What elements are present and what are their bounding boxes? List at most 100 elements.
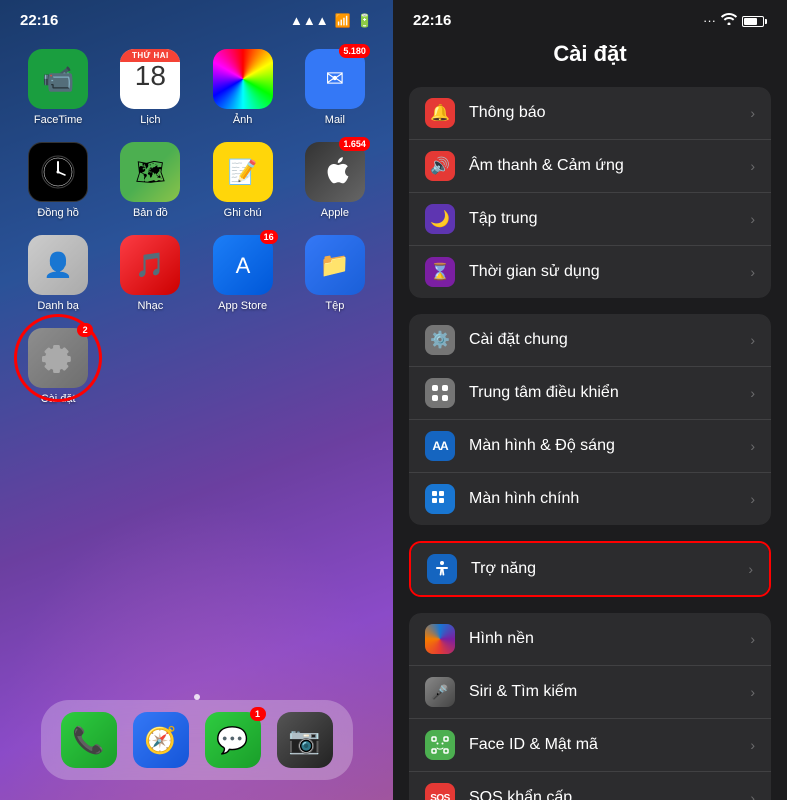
app-files[interactable]: 📁 Tệp bbox=[297, 235, 373, 312]
maps-icon: 🗺 bbox=[120, 142, 180, 202]
sound-icon: 🔊 bbox=[425, 151, 455, 181]
screentime-icon: ⌛ bbox=[425, 257, 455, 287]
focus-chevron: › bbox=[750, 211, 755, 227]
settings-item-siri[interactable]: 🎤 Siri & Tìm kiếm › bbox=[409, 666, 771, 719]
settings-item-sound[interactable]: 🔊 Âm thanh & Cảm ứng › bbox=[409, 140, 771, 193]
right-wifi-icon bbox=[721, 13, 737, 28]
faceid-label: Face ID & Mật mã bbox=[469, 736, 750, 754]
wallpaper-chevron: › bbox=[750, 631, 755, 647]
right-status-icons: ··· bbox=[703, 13, 767, 28]
wallpaper-icon bbox=[425, 624, 455, 654]
dock-safari[interactable]: 🧭 bbox=[133, 712, 189, 768]
app-photos[interactable]: Ảnh bbox=[205, 49, 281, 126]
app-appstore[interactable]: A 16 App Store bbox=[205, 235, 281, 312]
dock-messages[interactable]: 💬 1 bbox=[205, 712, 261, 768]
sos-icon: SOS bbox=[425, 783, 455, 800]
appstore-badge: 16 bbox=[260, 230, 278, 244]
apple-badge: 1.654 bbox=[339, 137, 370, 151]
right-status-bar: 22:16 ··· bbox=[393, 0, 787, 33]
faceid-chevron: › bbox=[750, 737, 755, 753]
controlcenter-icon bbox=[425, 378, 455, 408]
dock-camera[interactable]: 📷 bbox=[277, 712, 333, 768]
left-status-icons: ▲▲▲ 📶 🔋 bbox=[290, 13, 373, 29]
notifications-label: Thông báo bbox=[469, 104, 750, 122]
battery-icon: 🔋 bbox=[357, 13, 373, 29]
calendar-icon: THỨ HAI 18 bbox=[120, 49, 180, 109]
focus-label: Tập trung bbox=[469, 210, 750, 228]
apple-icon: 1.654 bbox=[305, 142, 365, 202]
apple-label: Apple bbox=[321, 207, 349, 219]
settings-item-accessibility[interactable]: Trợ năng › bbox=[411, 543, 769, 595]
right-time: 22:16 bbox=[413, 12, 451, 29]
sos-chevron: › bbox=[750, 790, 755, 800]
app-notes[interactable]: 📝 Ghi chú bbox=[205, 142, 281, 219]
accessibility-chevron: › bbox=[748, 561, 753, 577]
app-grid: 📹 FaceTime THỨ HAI 18 Lịch Ảnh ✉ 5.180 M… bbox=[0, 37, 393, 417]
settings-group-4: Hình nền › 🎤 Siri & Tìm kiếm › bbox=[409, 613, 771, 800]
wifi-icon: 📶 bbox=[335, 13, 351, 29]
accessibility-label: Trợ năng bbox=[471, 560, 748, 578]
display-icon: AA bbox=[425, 431, 455, 461]
homescreen-icon bbox=[425, 484, 455, 514]
calendar-label: Lịch bbox=[140, 114, 160, 126]
controlcenter-label: Trung tâm điều khiển bbox=[469, 384, 750, 402]
settings-label: Cài đặt bbox=[41, 393, 76, 405]
app-dock: 📞 🧭 💬 1 📷 bbox=[41, 700, 353, 780]
files-label: Tệp bbox=[325, 300, 344, 312]
settings-group-accessibility: Trợ năng › bbox=[409, 541, 771, 597]
facetime-icon: 📹 bbox=[28, 49, 88, 109]
mail-badge: 5.180 bbox=[339, 44, 370, 58]
app-facetime[interactable]: 📹 FaceTime bbox=[20, 49, 96, 126]
faceid-icon bbox=[425, 730, 455, 760]
app-music[interactable]: 🎵 Nhạc bbox=[112, 235, 188, 312]
signal-icon: ▲▲▲ bbox=[290, 13, 329, 28]
sos-label: SOS khẩn cấp bbox=[469, 789, 750, 800]
general-icon: ⚙️ bbox=[425, 325, 455, 355]
settings-item-sos[interactable]: SOS SOS khẩn cấp › bbox=[409, 772, 771, 800]
music-label: Nhạc bbox=[138, 300, 164, 312]
siri-label: Siri & Tìm kiếm bbox=[469, 683, 750, 701]
settings-group-1: 🔔 Thông báo › 🔊 Âm thanh & Cảm ứng › 🌙 T… bbox=[409, 87, 771, 298]
screentime-chevron: › bbox=[750, 264, 755, 280]
clock-label: Đồng hồ bbox=[37, 207, 79, 219]
settings-group-2: ⚙️ Cài đặt chung › Trung tâm điều khiển … bbox=[409, 314, 771, 525]
homescreen-chevron: › bbox=[750, 491, 755, 507]
right-battery-icon bbox=[742, 13, 767, 28]
notifications-icon: 🔔 bbox=[425, 98, 455, 128]
display-label: Màn hình & Độ sáng bbox=[469, 437, 750, 455]
siri-chevron: › bbox=[750, 684, 755, 700]
files-icon: 📁 bbox=[305, 235, 365, 295]
app-calendar[interactable]: THỨ HAI 18 Lịch bbox=[112, 49, 188, 126]
settings-item-homescreen[interactable]: Màn hình chính › bbox=[409, 473, 771, 525]
svg-text:A: A bbox=[235, 253, 250, 278]
settings-item-general[interactable]: ⚙️ Cài đặt chung › bbox=[409, 314, 771, 367]
iphone-home-screen: 22:16 ▲▲▲ 📶 🔋 📹 FaceTime THỨ HAI 18 Lịch bbox=[0, 0, 393, 800]
settings-item-screentime[interactable]: ⌛ Thời gian sử dụng › bbox=[409, 246, 771, 298]
settings-item-controlcenter[interactable]: Trung tâm điều khiển › bbox=[409, 367, 771, 420]
settings-item-focus[interactable]: 🌙 Tập trung › bbox=[409, 193, 771, 246]
facetime-label: FaceTime bbox=[34, 114, 83, 126]
app-mail[interactable]: ✉ 5.180 Mail bbox=[297, 49, 373, 126]
app-contacts[interactable]: 👤 Danh bạ bbox=[20, 235, 96, 312]
contacts-icon: 👤 bbox=[28, 235, 88, 295]
settings-item-wallpaper[interactable]: Hình nền › bbox=[409, 613, 771, 666]
wallpaper-label: Hình nền bbox=[469, 630, 750, 648]
right-signal-icon: ··· bbox=[703, 13, 716, 28]
app-clock[interactable]: Đồng hồ bbox=[20, 142, 96, 219]
display-chevron: › bbox=[750, 438, 755, 454]
app-maps[interactable]: 🗺 Bản đồ bbox=[112, 142, 188, 219]
settings-item-notifications[interactable]: 🔔 Thông báo › bbox=[409, 87, 771, 140]
sound-label: Âm thanh & Cảm ứng bbox=[469, 157, 750, 175]
dock-phone[interactable]: 📞 bbox=[61, 712, 117, 768]
app-apple[interactable]: 1.654 Apple bbox=[297, 142, 373, 219]
settings-item-display[interactable]: AA Màn hình & Độ sáng › bbox=[409, 420, 771, 473]
screentime-label: Thời gian sử dụng bbox=[469, 263, 750, 281]
appstore-label: App Store bbox=[218, 300, 267, 312]
focus-icon: 🌙 bbox=[425, 204, 455, 234]
settings-screen: 22:16 ··· Cài đặt 🔔 bbox=[393, 0, 787, 800]
siri-icon: 🎤 bbox=[425, 677, 455, 707]
notes-icon: 📝 bbox=[213, 142, 273, 202]
maps-label: Bản đồ bbox=[133, 207, 168, 219]
app-settings[interactable]: 2 Cài đặt bbox=[20, 328, 96, 405]
settings-item-faceid[interactable]: Face ID & Mật mã › bbox=[409, 719, 771, 772]
